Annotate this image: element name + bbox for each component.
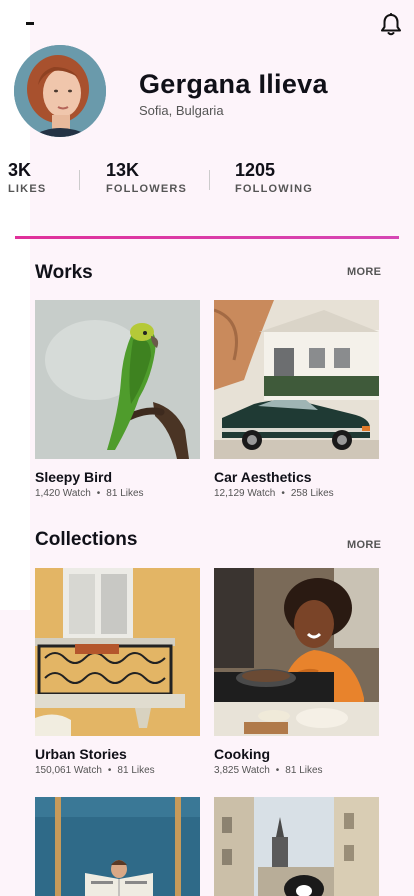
stat-divider: [79, 170, 80, 190]
avatar[interactable]: [14, 45, 106, 137]
collection-meta: 3,825 Watch • 81 Likes: [214, 765, 323, 776]
meta-separator: •: [281, 488, 285, 499]
work-thumbnail-car-aesthetics[interactable]: [214, 300, 379, 459]
work-title[interactable]: Sleepy Bird: [35, 469, 112, 485]
stat-following-label: FOLLOWING: [235, 183, 314, 195]
work-title[interactable]: Car Aesthetics: [214, 469, 312, 485]
collection-thumbnail-cooking[interactable]: [214, 568, 379, 736]
work-meta: 12,129 Watch • 258 Likes: [214, 488, 334, 499]
stat-divider: [209, 170, 210, 190]
watch-count: 1,420 Watch: [35, 488, 91, 499]
collections-more-link[interactable]: MORE: [347, 539, 381, 551]
likes-count: 81 Likes: [117, 765, 155, 776]
work-thumbnail-sleepy-bird[interactable]: [35, 300, 200, 459]
collection-thumbnail-urban-stories[interactable]: [35, 568, 200, 736]
meta-separator: •: [96, 488, 101, 499]
likes-count: 81 Likes: [106, 488, 144, 499]
stat-likes-value: 3K: [8, 160, 32, 180]
watch-count: 3,825 Watch: [214, 765, 270, 776]
meta-separator: •: [107, 765, 112, 776]
profile-location: Sofia, Bulgaria: [139, 103, 224, 118]
profile-name: Gergana Ilieva: [139, 69, 328, 99]
collection-meta: 150,061 Watch • 81 Likes: [35, 765, 155, 776]
collection-thumbnail-city-dog[interactable]: [214, 797, 379, 896]
collection-thumbnail-newspaper-reader[interactable]: [35, 797, 200, 896]
bell-icon[interactable]: [379, 12, 403, 38]
work-meta: 1,420 Watch • 81 Likes: [35, 488, 144, 499]
works-title: Works: [35, 262, 93, 283]
stat-likes-label: LIKES: [8, 183, 47, 195]
likes-count: 81 Likes: [285, 765, 323, 776]
watch-count: 150,061 Watch: [35, 765, 102, 776]
stat-followers-label: FOLLOWERS: [106, 183, 188, 195]
profile-divider: [15, 236, 399, 239]
stat-followers-value[interactable]: 13K: [106, 160, 139, 181]
collection-title[interactable]: Urban Stories: [35, 746, 127, 762]
likes-count: 258 Likes: [290, 488, 334, 499]
collections-title: Collections: [35, 529, 138, 550]
collection-title[interactable]: Cooking: [214, 746, 270, 762]
meta-separator: •: [275, 765, 280, 776]
menu-icon[interactable]: [26, 22, 34, 25]
watch-count: 12,129 Watch: [214, 488, 276, 499]
works-more-link[interactable]: MORE: [347, 266, 381, 278]
stat-following-value[interactable]: 1205: [235, 160, 275, 181]
